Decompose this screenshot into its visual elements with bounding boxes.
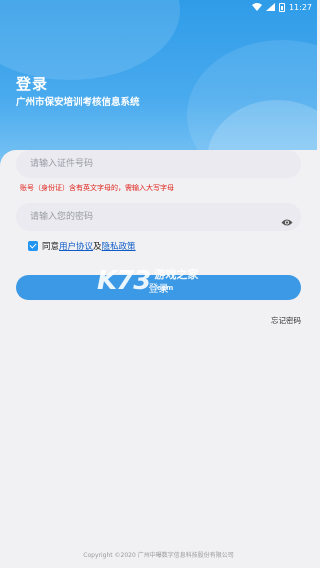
- agreement-prefix: 同意: [42, 242, 60, 252]
- forgot-password-link[interactable]: 忘记密码: [271, 315, 301, 326]
- wifi-icon: [251, 3, 262, 11]
- login-button[interactable]: 登录: [16, 275, 301, 300]
- eye-icon[interactable]: [281, 212, 293, 231]
- user-agreement-link[interactable]: 用户协议: [59, 240, 93, 252]
- page-subtitle: 广州市保安培训考核信息系统: [16, 97, 140, 108]
- signal-icon: [265, 3, 275, 11]
- status-bar: 11:27: [0, 0, 317, 14]
- agreement-and: 及: [93, 242, 102, 252]
- id-hint-text: 账号（身份证）含有英文字母的，需输入大写字母: [20, 184, 174, 192]
- status-time: 11:27: [288, 2, 312, 12]
- id-number-field[interactable]: [16, 150, 301, 178]
- battery-icon: [278, 2, 285, 12]
- privacy-policy-link[interactable]: 隐私政策: [102, 240, 136, 252]
- copyright-footer: Copyright ©2020 广州中曝数字信息科技股份有限公司: [83, 552, 234, 559]
- password-field[interactable]: [16, 203, 301, 231]
- page-title: 登录: [16, 75, 49, 93]
- id-number-input[interactable]: [28, 158, 289, 170]
- password-input[interactable]: [28, 211, 289, 223]
- agree-checkbox[interactable]: [28, 241, 38, 251]
- agreement-row: 同意 用户协议 及 隐私政策: [28, 240, 136, 252]
